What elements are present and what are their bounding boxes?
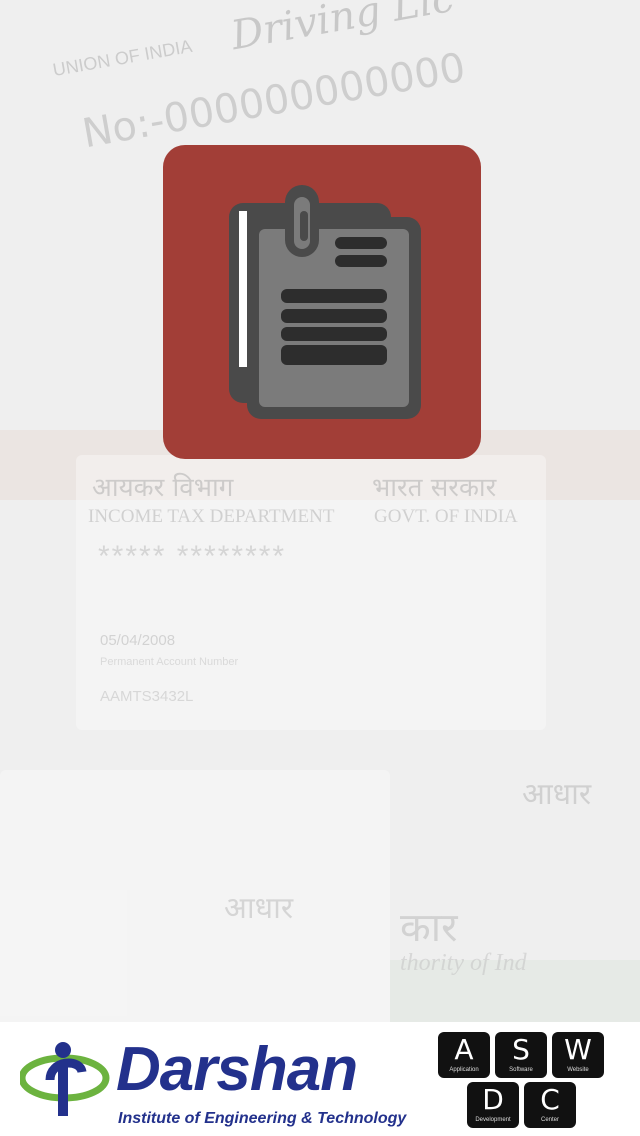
footer: Darshan Institute of Engineering & Techn… <box>0 1022 640 1136</box>
pan-english-left: INCOME TAX DEPARTMENT <box>88 506 335 527</box>
key-word: Application <box>449 1067 479 1073</box>
key-letter: C <box>540 1083 560 1116</box>
aswdc-key-s: S Software <box>495 1032 547 1078</box>
aadhaar-card-image <box>0 770 390 1022</box>
key-letter: D <box>482 1083 504 1116</box>
darshan-logo: Darshan Institute of Engineering & Techn… <box>20 1034 406 1127</box>
aswdc-key-c: C Center <box>524 1082 576 1128</box>
pan-number-label: Permanent Account Number <box>100 656 239 668</box>
key-word: Software <box>509 1067 533 1073</box>
key-word: Website <box>567 1067 589 1073</box>
aswdc-key-a: A Application <box>438 1032 490 1078</box>
pan-english-right: GOVT. OF INDIA <box>374 506 518 527</box>
pan-date: 05/04/2008 <box>100 632 176 649</box>
key-letter: W <box>564 1033 592 1066</box>
govt-fragment: कार <box>400 905 458 951</box>
driving-licence-subtitle: UNION OF INDIA <box>51 35 194 81</box>
darshan-name: Darshan <box>116 1035 358 1104</box>
app-icon <box>163 145 481 459</box>
darshan-logo-icon <box>20 1042 110 1116</box>
aadhaar-label: आधार <box>224 891 294 926</box>
aswdc-key-d: D Development <box>467 1082 519 1128</box>
aadhaar-label: आधार <box>522 777 592 812</box>
key-word: Development <box>475 1117 511 1123</box>
pan-hindi-left: आयकर विभाग <box>92 473 234 503</box>
documents-icon <box>229 185 421 419</box>
key-letter: A <box>454 1033 474 1066</box>
pan-masked-name: ***** ******** <box>98 540 287 573</box>
pan-number: AAMTS3432L <box>100 688 194 705</box>
authority-fragment: thority of Ind <box>400 950 527 976</box>
key-letter: S <box>512 1033 530 1066</box>
key-word: Center <box>540 1117 559 1123</box>
aswdc-logo: A Application S Software W Website D Dev… <box>438 1032 606 1130</box>
aswdc-key-w: W Website <box>552 1032 604 1078</box>
pan-hindi-right: भारत सरकार <box>372 473 497 503</box>
darshan-subtitle: Institute of Engineering & Technology <box>118 1110 407 1127</box>
